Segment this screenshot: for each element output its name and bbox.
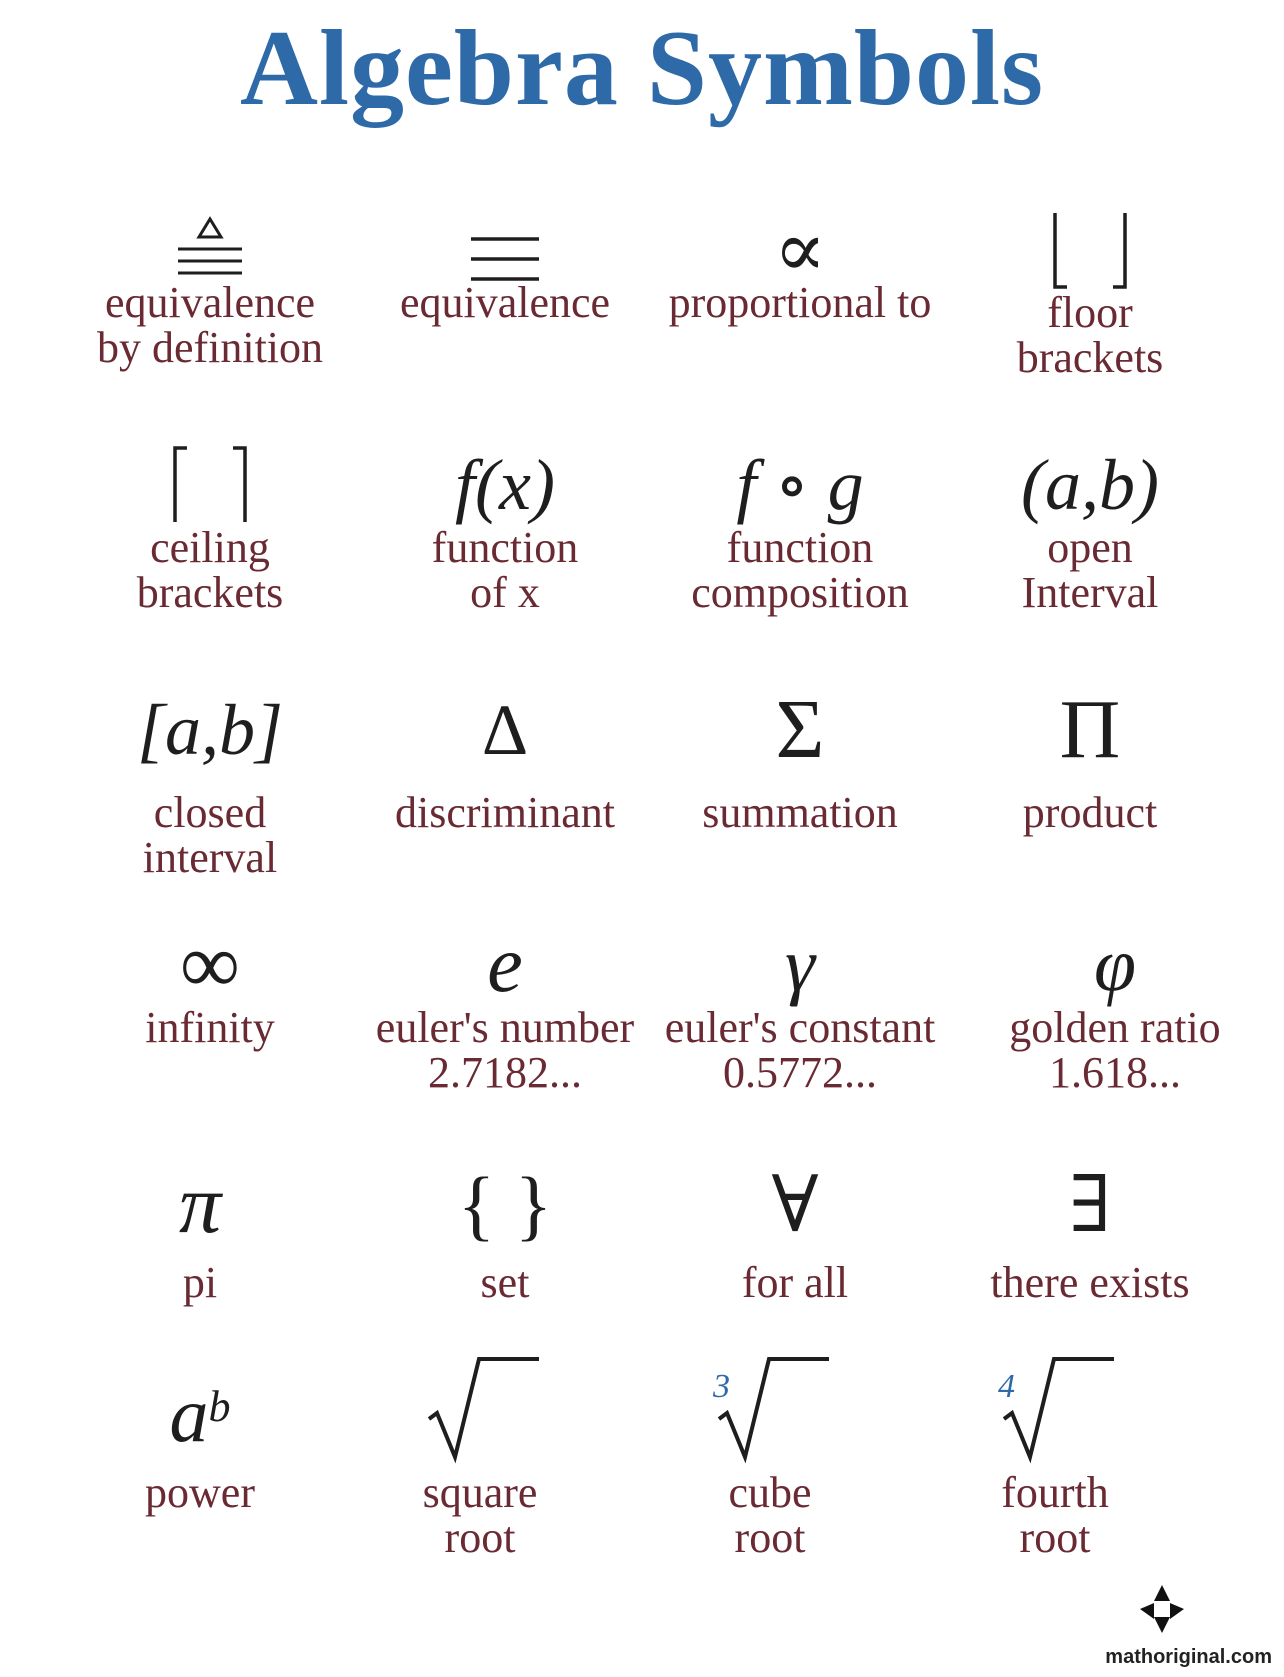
infinity-icon: ∞ <box>180 918 240 1011</box>
eulers-constant-icon: γ <box>785 923 815 1007</box>
there-exists-icon: ∃ <box>1068 1161 1112 1248</box>
symbol-card-equivalence: equivalence <box>355 200 655 400</box>
symbol-label: ceiling brackets <box>136 523 284 617</box>
symbol-label: floor brackets <box>1016 288 1164 382</box>
symbol-label: function composition <box>691 523 909 617</box>
symbol-card-function-of-x: f(x) function of x <box>355 435 655 635</box>
symbol-card-cube-root: 3 cube root <box>620 1345 920 1565</box>
root-index: 4 <box>998 1368 1015 1405</box>
closed-interval-icon: [a,b] <box>136 690 284 770</box>
symbol-card-product: Π product <box>940 680 1240 880</box>
product-icon: Π <box>1059 683 1121 776</box>
symbol-card-open-interval: (a,b) open Interval <box>940 435 1240 635</box>
symbol-card-for-all: ∀ for all <box>645 1155 945 1325</box>
symbol-card-eulers-constant: γ euler's constant 0.5772... <box>650 915 950 1115</box>
symbol-card-ceiling-brackets: ceiling brackets <box>60 435 360 635</box>
symbol-card-there-exists: ∃ there exists <box>940 1155 1240 1325</box>
symbol-label: product <box>1022 788 1158 837</box>
power-superscript: b <box>208 1382 231 1431</box>
symbol-card-set: { } set <box>355 1155 655 1325</box>
symbol-label: equivalence <box>399 278 611 327</box>
symbol-label: cube root <box>728 1468 812 1562</box>
summation-icon: Σ <box>775 683 825 776</box>
symbol-label: golden ratio 1.618... <box>1009 1003 1221 1097</box>
symbol-card-proportional-to: ∝ proportional to <box>650 200 950 400</box>
eulers-number-icon: e <box>487 921 523 1009</box>
symbol-card-power: ab power <box>50 1365 350 1565</box>
symbol-label: power <box>145 1468 255 1517</box>
symbol-label: closed interval <box>142 788 278 882</box>
symbol-card-discriminant: Δ discriminant <box>355 680 655 880</box>
symbol-card-golden-ratio: φ golden ratio 1.618... <box>965 915 1265 1115</box>
symbol-label: for all <box>741 1258 849 1307</box>
symbol-card-summation: Σ summation <box>650 680 950 880</box>
discriminant-icon: Δ <box>481 690 529 770</box>
footer-site[interactable]: mathoriginal.com <box>1105 1646 1272 1669</box>
symbol-label: discriminant <box>395 788 615 837</box>
square-root-icon <box>330 1345 630 1465</box>
symbol-card-pi: π pi <box>50 1155 350 1325</box>
floor-brackets-icon <box>940 200 1240 300</box>
function-composition-icon: f ∘ g <box>736 445 864 525</box>
pi-icon: π <box>178 1158 222 1251</box>
symbol-label: there exists <box>990 1258 1190 1307</box>
symbol-label: set <box>480 1258 530 1307</box>
power-icon: ab <box>169 1371 231 1458</box>
symbol-card-infinity: ∞ infinity <box>60 915 360 1115</box>
symbol-card-fourth-root: 4 fourth root <box>905 1345 1205 1565</box>
symbol-label: equivalence by definition <box>96 278 324 372</box>
cube-root-icon: 3 <box>620 1345 920 1465</box>
symbol-label: euler's constant 0.5772... <box>664 1003 936 1097</box>
symbol-card-eulers-number: e euler's number 2.7182... <box>355 915 655 1115</box>
open-interval-icon: (a,b) <box>1021 445 1159 525</box>
symbol-label: pi <box>182 1258 218 1307</box>
symbol-label: summation <box>702 788 898 837</box>
for-all-icon: ∀ <box>771 1161 819 1248</box>
symbol-label: square root <box>422 1468 538 1562</box>
fourth-root-icon: 4 <box>905 1345 1205 1465</box>
symbol-card-square-root: square root <box>330 1345 630 1565</box>
set-icon: { } <box>457 1161 553 1248</box>
symbol-card-function-composition: f ∘ g function composition <box>650 435 950 635</box>
symbol-label: proportional to <box>668 278 932 327</box>
symbol-label: function of x <box>431 523 579 617</box>
footer: mathoriginal.com <box>1072 1569 1272 1669</box>
symbol-label: euler's number 2.7182... <box>375 1003 635 1097</box>
symbol-card-closed-interval: [a,b] closed interval <box>60 680 360 880</box>
ceiling-brackets-icon <box>60 435 360 535</box>
page-title: Algebra Symbols <box>239 9 1045 128</box>
symbol-card-equivalence-by-definition: equivalence by definition <box>60 200 360 400</box>
symbol-card-floor-brackets: floor brackets <box>940 200 1240 400</box>
symbol-label: open Interval <box>1021 523 1159 617</box>
mathoriginal-logo-icon <box>1140 1585 1184 1633</box>
root-index: 3 <box>712 1368 730 1405</box>
golden-ratio-icon: φ <box>1093 923 1137 1007</box>
function-of-x-icon: f(x) <box>455 445 555 525</box>
symbol-label: fourth root <box>1001 1468 1109 1562</box>
symbol-label: infinity <box>145 1003 275 1052</box>
